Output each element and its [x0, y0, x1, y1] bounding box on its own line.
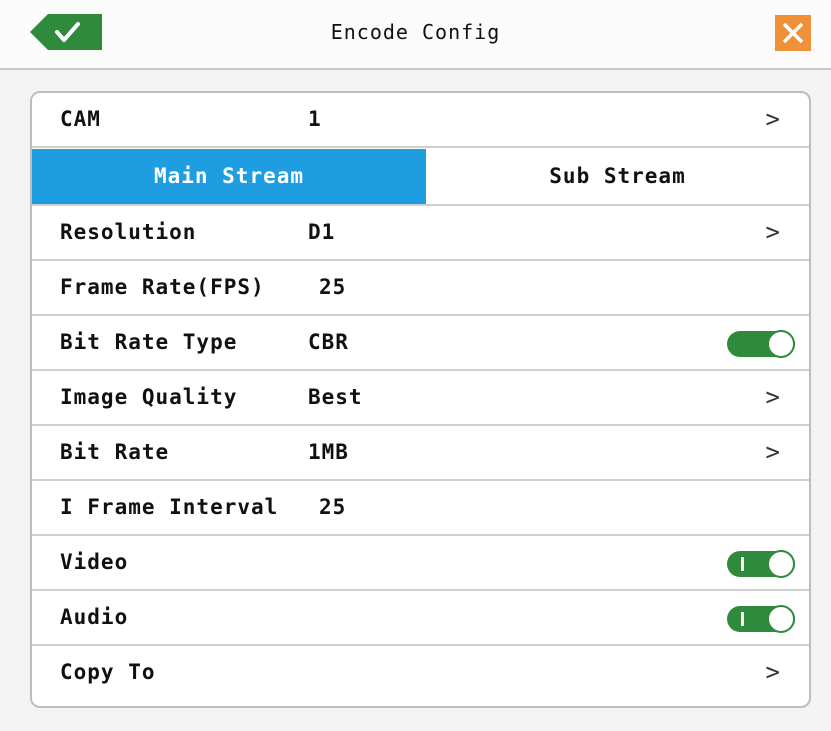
toggle-knob	[767, 550, 795, 578]
title-bar: Encode Config	[0, 0, 831, 70]
copy-to-row[interactable]: Copy To >	[32, 646, 809, 701]
video-toggle[interactable]	[727, 550, 795, 578]
on-mark-icon	[741, 612, 744, 626]
bit-rate-value: 1MB	[308, 440, 349, 464]
bit-rate-type-label: Bit Rate Type	[60, 330, 238, 354]
page-title: Encode Config	[330, 20, 501, 44]
cam-label: CAM	[60, 107, 101, 131]
resolution-row[interactable]: Resolution D1 >	[32, 206, 809, 261]
stream-tabs: Main Stream Sub Stream	[32, 149, 809, 206]
tab-main-stream[interactable]: Main Stream	[32, 149, 426, 204]
bit-rate-type-toggle[interactable]	[727, 330, 795, 358]
chevron-right-icon: >	[765, 438, 781, 466]
resolution-label: Resolution	[60, 220, 197, 244]
on-mark-icon	[741, 557, 744, 571]
toggle-knob	[767, 605, 795, 633]
video-row[interactable]: Video	[32, 536, 809, 591]
image-quality-label: Image Quality	[60, 385, 238, 409]
close-icon	[782, 22, 804, 44]
audio-toggle[interactable]	[727, 605, 795, 633]
image-quality-value: Best	[308, 385, 363, 409]
chevron-right-icon: >	[765, 383, 781, 411]
cam-value: 1	[308, 107, 322, 131]
chevron-right-icon: >	[765, 105, 781, 133]
bit-rate-type-value: CBR	[308, 330, 349, 354]
frame-rate-value: 25	[319, 275, 347, 299]
audio-row[interactable]: Audio	[32, 591, 809, 646]
frame-rate-label: Frame Rate(FPS)	[60, 275, 265, 299]
chevron-right-icon: >	[765, 658, 781, 686]
toggle-knob	[767, 330, 795, 358]
i-frame-interval-label: I Frame Interval	[60, 495, 279, 519]
bit-rate-row[interactable]: Bit Rate 1MB >	[32, 426, 809, 481]
copy-to-label: Copy To	[60, 660, 156, 684]
encode-settings-panel: CAM 1 > Main Stream Sub Stream Resolutio…	[30, 91, 811, 708]
i-frame-interval-row[interactable]: I Frame Interval 25	[32, 481, 809, 536]
resolution-value: D1	[308, 220, 336, 244]
image-quality-row[interactable]: Image Quality Best >	[32, 371, 809, 426]
i-frame-interval-value: 25	[319, 495, 347, 519]
video-label: Video	[60, 550, 129, 574]
bit-rate-label: Bit Rate	[60, 440, 170, 464]
bit-rate-type-row[interactable]: Bit Rate Type CBR	[32, 316, 809, 371]
frame-rate-row[interactable]: Frame Rate(FPS) 25	[32, 261, 809, 316]
cam-row[interactable]: CAM 1 >	[32, 93, 809, 148]
chevron-right-icon: >	[765, 218, 781, 246]
close-button[interactable]	[775, 15, 811, 51]
audio-label: Audio	[60, 605, 129, 629]
tab-sub-stream[interactable]: Sub Stream	[426, 149, 809, 204]
